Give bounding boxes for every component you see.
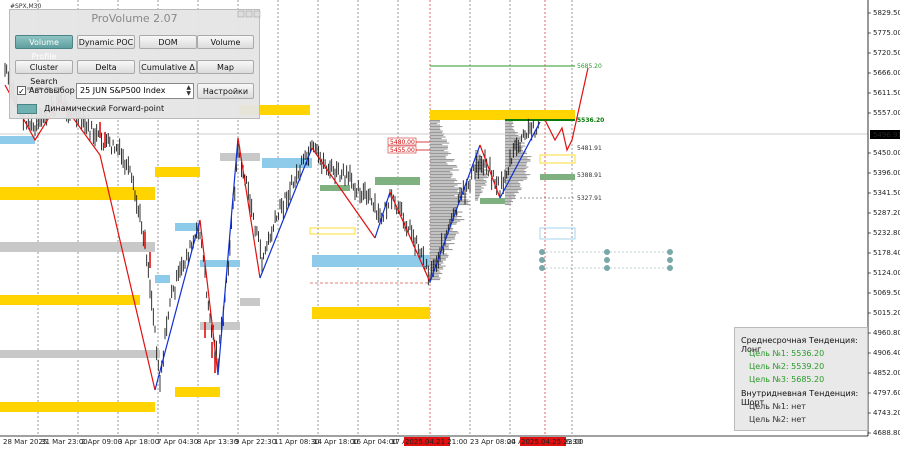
forward-point-toggle-icon[interactable] (17, 104, 37, 114)
price-tick-label: 5720.50 (873, 49, 900, 57)
cumulative-delta-button[interactable]: Cumulative Δ (139, 60, 197, 74)
poc-indicator (80, 50, 125, 65)
price-tick-label: 5232.80 (873, 229, 900, 237)
mid-target-1: Цель №1: 5536.20 (749, 349, 825, 358)
volume-button[interactable]: Volume (197, 35, 254, 49)
time-tick-label: 7 Apr 04:30 (157, 438, 198, 446)
dom-indicator (142, 50, 187, 65)
price-tick-label: 5396.00 (873, 169, 900, 177)
cluster-indicator (18, 75, 63, 90)
price-tick-label: 5287.20 (873, 209, 900, 217)
delta-indicator (80, 75, 125, 90)
auto-select-label: Автовыбор (29, 86, 75, 95)
price-tick-label: 5069.50 (873, 289, 900, 297)
price-tick-label: 5015.20 (873, 309, 900, 317)
price-tick-label: 5666.00 (873, 69, 900, 77)
price-tick-label: 5557.00 (873, 109, 900, 117)
intra-target-2: Цель №2: нет (749, 415, 806, 424)
panel-window-controls[interactable] (237, 10, 261, 18)
time-tick-label: 9 Apr 22:30 (235, 438, 276, 446)
level-tag: 5480.00 (390, 139, 415, 146)
level-tag: 5536.20 (577, 117, 604, 124)
delta-button[interactable]: Delta (77, 60, 135, 74)
mid-target-2: Цель №2: 5539.20 (749, 362, 825, 371)
price-tick-label: 4960.80 (873, 329, 900, 337)
price-tick-label: 5450.00 (873, 149, 900, 157)
dynamic-poc-button[interactable]: Dynamic POC (77, 35, 135, 49)
dom-button[interactable]: DOM (139, 35, 197, 49)
volume-profile-button[interactable]: Volume Profile (15, 35, 73, 61)
level-tag: 5685.20 (577, 63, 602, 70)
trend-info-box: Среднесрочная Тенденция: Лонг Цель №1: 5… (734, 327, 868, 431)
provolume-panel[interactable]: ProVolume 2.07 Volume Profile Dynamic PO… (9, 9, 261, 119)
price-tick-label: 5829.50 (873, 9, 900, 17)
current-price: 5496.91 (873, 131, 900, 139)
map-button[interactable]: Map (197, 60, 254, 74)
settings-button[interactable]: Настройки (197, 83, 254, 99)
profile-indicator (18, 50, 63, 65)
mid-target-3: Цель №3: 5685.20 (749, 375, 825, 384)
cluster-search-button[interactable]: Cluster Search (15, 60, 73, 86)
intra-target-1: Цель №1: нет (749, 402, 806, 411)
price-tick-label: 5178.40 (873, 249, 900, 257)
price-tick-label: 5341.50 (873, 189, 900, 197)
price-tick-label: 5124.00 (873, 269, 900, 277)
instrument-value: 25 JUN S&P500 Index (80, 86, 166, 95)
time-tick-label: 2025.04.21 21:00 (405, 438, 467, 446)
panel-title: ProVolume 2.07 (91, 12, 178, 25)
auto-select-checkbox[interactable]: ✓ (17, 86, 26, 96)
forward-point-label: Динамический Forward-point (44, 104, 165, 113)
time-axis-labels: 28 Mar 202531 Mar 23:002 Apr 09:003 Apr … (3, 437, 583, 446)
instrument-select[interactable]: 25 JUN S&P500 Index ▲ ▼ (76, 83, 194, 99)
time-tick-label: 3 Apr 18:00 (118, 438, 159, 446)
time-tick-label: 2 Apr 09:00 (81, 438, 122, 446)
price-tick-label: 5611.50 (873, 89, 900, 97)
volume-indicator (200, 50, 245, 65)
price-tick-label: 4688.80 (873, 429, 900, 437)
level-tag: 5455.00 (390, 147, 415, 154)
level-tag: 5327.91 (577, 195, 602, 202)
level-tag: 5481.91 (577, 145, 602, 152)
time-tick-label: 8 Apr 13:30 (197, 438, 238, 446)
time-tick-label: 6:30 (566, 438, 582, 446)
price-tick-label: 5775.00 (873, 29, 900, 37)
chevron-down-icon[interactable]: ▲ ▼ (186, 85, 191, 97)
level-tag: 5388.91 (577, 172, 602, 179)
price-tick-label: 4797.60 (873, 389, 900, 397)
cumdelta-indicator (142, 75, 187, 90)
